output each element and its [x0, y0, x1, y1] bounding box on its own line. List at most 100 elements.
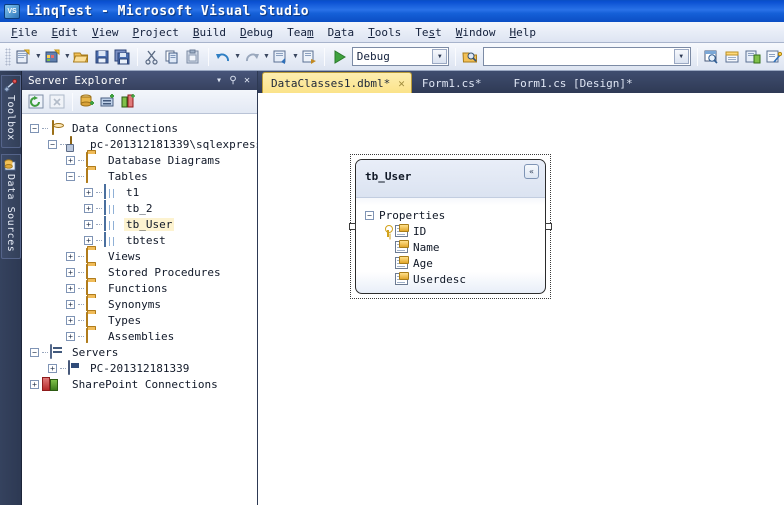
tree-item[interactable]: + Types — [22, 312, 257, 328]
tree-item[interactable]: + Functions — [22, 280, 257, 296]
redo-dropdown-arrow[interactable]: ▼ — [262, 46, 270, 68]
resize-handle-right[interactable] — [545, 223, 552, 230]
expand-expander-icon[interactable]: + — [66, 283, 75, 293]
collapse-expander-icon[interactable]: − — [48, 139, 57, 149]
document-tab[interactable]: Form1.cs [Design]* — [505, 73, 638, 93]
sidebar-item-data-sources[interactable]: Data Sources — [0, 153, 21, 259]
tree-item[interactable]: + PC-201312181339 — [22, 360, 257, 376]
tree-item[interactable]: − Data Connections — [22, 120, 257, 136]
window-dropdown-icon[interactable]: ▾ — [212, 74, 226, 88]
entity-body[interactable]: tb_User « − Properties ID Name Age Userdesc — [355, 159, 546, 294]
expand-expander-icon[interactable]: + — [66, 251, 75, 261]
menu-item-build[interactable]: Build — [186, 24, 233, 41]
entity-property-row[interactable]: ID — [365, 223, 545, 239]
entity-property-row[interactable]: Userdesc — [365, 271, 545, 287]
close-panel-icon[interactable]: ✕ — [240, 74, 254, 88]
connect-to-server-button[interactable] — [98, 92, 118, 112]
expand-expander-icon[interactable]: + — [66, 299, 75, 309]
find-dropdown-arrow[interactable]: ▼ — [673, 49, 689, 64]
solution-explorer-button[interactable] — [702, 46, 723, 68]
entity-collapse-button[interactable]: « — [524, 164, 539, 179]
tree-item[interactable]: + Assemblies — [22, 328, 257, 344]
tree-item[interactable]: − Tables — [22, 168, 257, 184]
menu-item-window[interactable]: Window — [449, 24, 503, 41]
new-project-dropdown-arrow[interactable]: ▼ — [34, 46, 42, 68]
properties-expander-icon[interactable]: − — [365, 211, 374, 220]
toolbar-grip[interactable] — [5, 47, 11, 66]
navigate-backward-button[interactable] — [271, 46, 292, 68]
document-tab[interactable]: DataClasses1.dbml* ✕ — [262, 72, 412, 93]
properties-section-header[interactable]: − Properties — [365, 208, 545, 223]
tree-item[interactable]: + tb_User — [22, 216, 257, 232]
tree-item[interactable]: + t1 — [22, 184, 257, 200]
tree-item[interactable]: + Views — [22, 248, 257, 264]
collapse-expander-icon[interactable]: − — [30, 347, 39, 357]
tree-item[interactable]: + tbtest — [22, 232, 257, 248]
menu-item-data[interactable]: Data — [321, 24, 362, 41]
tree-item[interactable]: + Stored Procedures — [22, 264, 257, 280]
entity-shape-tb-user[interactable]: tb_User « − Properties ID Name Age Userdesc — [349, 154, 552, 299]
save-all-button[interactable] — [113, 46, 134, 68]
find-combo[interactable]: ▼ — [482, 47, 691, 66]
undo-button[interactable] — [213, 46, 234, 68]
tree-item[interactable]: + SharePoint Connections — [22, 376, 257, 392]
expand-expander-icon[interactable]: + — [66, 331, 75, 341]
sidebar-item-toolbox[interactable]: Toolbox — [0, 75, 21, 148]
auto-hide-pin-icon[interactable]: ⚲ — [226, 74, 240, 88]
expand-expander-icon[interactable]: + — [66, 155, 75, 165]
tree-item[interactable]: − pc-201312181339\sqlexpress — [22, 136, 257, 152]
toolbox-button[interactable] — [763, 46, 784, 68]
menu-item-file[interactable]: File — [4, 24, 45, 41]
expand-expander-icon[interactable]: + — [84, 235, 93, 245]
server-explorer-tree[interactable]: − Data Connections − pc-201312181339\sqlexp… — [22, 114, 257, 505]
dbml-designer-canvas[interactable]: tb_User « − Properties ID Name Age Userdesc — [258, 93, 784, 505]
menu-item-edit[interactable]: Edit — [45, 24, 86, 41]
entity-property-row[interactable]: Name — [365, 239, 545, 255]
tree-item[interactable]: + Synonyms — [22, 296, 257, 312]
redo-button[interactable] — [242, 46, 263, 68]
undo-dropdown-arrow[interactable]: ▼ — [233, 46, 241, 68]
entity-property-row[interactable]: Age — [365, 255, 545, 271]
connect-to-database-button[interactable] — [77, 92, 97, 112]
collapse-expander-icon[interactable]: − — [30, 123, 39, 133]
save-button[interactable] — [92, 46, 113, 68]
menu-item-project[interactable]: Project — [126, 24, 186, 41]
paste-button[interactable] — [183, 46, 204, 68]
start-debugging-button[interactable] — [329, 46, 350, 68]
cut-button[interactable] — [142, 46, 163, 68]
add-new-item-dropdown-arrow[interactable]: ▼ — [63, 46, 71, 68]
solution-configuration-combo[interactable]: Debug ▼ — [351, 47, 450, 66]
expand-expander-icon[interactable]: + — [66, 267, 75, 277]
close-tab-icon[interactable]: ✕ — [398, 77, 405, 90]
menu-item-debug[interactable]: Debug — [233, 24, 280, 41]
solution-configuration-dropdown-arrow[interactable]: ▼ — [432, 49, 448, 64]
navigate-forward-button[interactable] — [300, 46, 321, 68]
document-tab[interactable]: Form1.cs* — [414, 73, 488, 93]
menu-item-tools[interactable]: Tools — [361, 24, 408, 41]
properties-window-button[interactable] — [722, 46, 743, 68]
copy-button[interactable] — [163, 46, 184, 68]
expand-expander-icon[interactable]: + — [84, 187, 93, 197]
tree-item[interactable]: + Database Diagrams — [22, 152, 257, 168]
collapse-expander-icon[interactable]: − — [66, 171, 75, 181]
stop-button[interactable] — [47, 92, 67, 112]
menu-item-team[interactable]: Team — [280, 24, 321, 41]
tree-item[interactable]: + tb_2 — [22, 200, 257, 216]
object-browser-button[interactable] — [743, 46, 764, 68]
expand-expander-icon[interactable]: + — [30, 379, 39, 389]
add-sharepoint-connection-button[interactable] — [119, 92, 139, 112]
find-in-files-button[interactable] — [460, 46, 481, 68]
menu-item-view[interactable]: View — [85, 24, 126, 41]
open-file-button[interactable] — [72, 46, 93, 68]
menu-item-help[interactable]: Help — [503, 24, 544, 41]
navigate-backward-dropdown-arrow[interactable]: ▼ — [291, 46, 299, 68]
new-project-button[interactable] — [14, 46, 35, 68]
tree-item[interactable]: − Servers — [22, 344, 257, 360]
expand-expander-icon[interactable]: + — [48, 363, 57, 373]
menu-item-test[interactable]: Test — [408, 24, 449, 41]
expand-expander-icon[interactable]: + — [84, 203, 93, 213]
expand-expander-icon[interactable]: + — [66, 315, 75, 325]
refresh-button[interactable] — [26, 92, 46, 112]
resize-handle-left[interactable] — [349, 223, 356, 230]
expand-expander-icon[interactable]: + — [84, 219, 93, 229]
